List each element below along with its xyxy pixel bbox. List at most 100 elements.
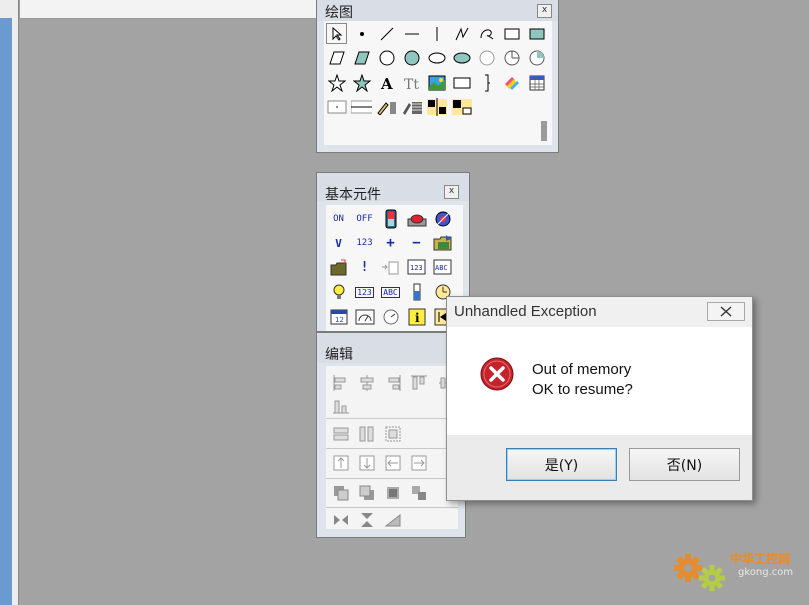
bulb-icon[interactable] — [328, 282, 349, 303]
align-row — [330, 372, 455, 393]
dot-box-tool-icon[interactable] — [326, 97, 347, 118]
arc-tool-icon[interactable] — [476, 48, 497, 69]
edit-palette-body — [326, 366, 458, 529]
level-bar-icon[interactable] — [406, 282, 427, 303]
point-tool-icon[interactable] — [351, 23, 372, 44]
bracket-tool-icon[interactable] — [476, 72, 497, 93]
text-input-icon[interactable]: ABC — [432, 257, 453, 278]
vertical-line-tool-icon[interactable] — [426, 23, 447, 44]
on-button-icon[interactable]: ON — [328, 208, 349, 229]
pointer-tool-icon[interactable] — [326, 23, 347, 44]
same-width-icon[interactable] — [330, 423, 351, 444]
rotate-icon[interactable] — [382, 509, 403, 530]
move-up-icon[interactable] — [330, 452, 351, 473]
separator — [326, 448, 458, 449]
dialog-close-button[interactable] — [707, 302, 745, 321]
draw-palette-close-button[interactable]: x — [537, 4, 552, 18]
svg-text:i: i — [415, 311, 420, 325]
yes-button[interactable]: 是(Y) — [506, 448, 617, 481]
send-back-icon[interactable] — [356, 482, 377, 503]
document-link-icon[interactable] — [380, 257, 401, 278]
toggle-switch-icon[interactable] — [380, 208, 401, 229]
variable-display-icon[interactable]: V — [328, 233, 349, 254]
same-height-icon[interactable] — [356, 423, 377, 444]
star-tool-icon[interactable] — [326, 72, 347, 93]
corner-block-tool-icon[interactable] — [451, 97, 472, 118]
basic-palette-title: 基本元件 — [325, 187, 381, 203]
ellipse-tool-icon[interactable] — [426, 48, 447, 69]
draw-palette-title: 绘图 — [325, 5, 353, 21]
basic-palette-close-button[interactable]: x — [444, 185, 459, 199]
numeric-input-icon[interactable]: 123 — [406, 257, 427, 278]
pen-tool-icon[interactable] — [376, 97, 397, 118]
draw-palette-titlebar[interactable]: 绘图 x — [317, 0, 558, 21]
open-window-icon[interactable] — [432, 233, 453, 254]
same-size-icon[interactable] — [382, 423, 403, 444]
frame-tool-icon[interactable] — [451, 72, 472, 93]
left-scroll-bar[interactable] — [0, 18, 12, 605]
image-tool-icon[interactable] — [426, 72, 447, 93]
color-gallery-tool-icon[interactable] — [501, 72, 522, 93]
move-right-icon[interactable] — [408, 452, 429, 473]
rectangle-tool-icon[interactable] — [501, 23, 522, 44]
info-icon[interactable]: i — [406, 306, 427, 327]
polyline-tool-icon[interactable] — [451, 23, 472, 44]
align-bottom-icon[interactable] — [330, 395, 351, 416]
flip-vertical-icon[interactable] — [356, 509, 377, 530]
circle-tool-icon[interactable] — [376, 48, 397, 69]
align-left-icon[interactable] — [330, 372, 351, 393]
filled-rectangle-tool-icon[interactable] — [526, 23, 547, 44]
off-button-icon[interactable]: OFF — [354, 208, 375, 229]
text-box-icon[interactable]: ABC — [380, 282, 401, 303]
table-tool-icon[interactable] — [526, 72, 547, 93]
curve-tool-icon[interactable] — [476, 23, 497, 44]
v-label: V — [335, 236, 342, 250]
numeric-box-icon[interactable]: 123 — [354, 282, 375, 303]
text-tool-icon[interactable]: A — [376, 72, 397, 93]
gear-icon — [674, 554, 725, 591]
decrement-icon[interactable]: − — [406, 233, 427, 254]
styled-text-tool-icon[interactable]: Tt — [401, 72, 422, 93]
filled-ellipse-tool-icon[interactable] — [451, 48, 472, 69]
lamp-icon[interactable] — [432, 208, 453, 229]
increment-icon[interactable]: + — [380, 233, 401, 254]
move-left-icon[interactable] — [382, 452, 403, 473]
off-label: OFF — [356, 213, 373, 224]
separator — [326, 507, 458, 508]
edit-palette-titlebar[interactable]: 编辑 x — [317, 333, 467, 363]
line-tool-icon[interactable] — [376, 23, 397, 44]
pie-tool-icon[interactable] — [501, 48, 522, 69]
align-center-icon[interactable] — [356, 372, 377, 393]
text-box-label: ABC — [381, 286, 400, 298]
ruler-tool-icon[interactable] — [351, 97, 372, 118]
filled-circle-tool-icon[interactable] — [401, 48, 422, 69]
parallelogram-tool-icon[interactable] — [326, 48, 347, 69]
draw-palette-scrollbar[interactable] — [541, 121, 547, 141]
chord-tool-icon[interactable] — [526, 48, 547, 69]
horizontal-line-tool-icon[interactable] — [401, 23, 422, 44]
svg-text:12: 12 — [335, 316, 344, 324]
calendar-icon[interactable]: 12 — [328, 306, 349, 327]
flip-horizontal-icon[interactable] — [330, 509, 351, 530]
move-down-icon[interactable] — [356, 452, 377, 473]
align-black-tool-icon[interactable] — [426, 97, 447, 118]
ungroup-icon[interactable] — [408, 482, 429, 503]
bring-front-icon[interactable] — [330, 482, 351, 503]
number-label: 123 — [356, 238, 373, 248]
numeric-display-icon[interactable]: 123 — [354, 233, 375, 254]
filled-star-tool-icon[interactable] — [351, 72, 372, 93]
meter-icon[interactable] — [354, 306, 375, 327]
plus-label: + — [386, 235, 395, 251]
align-right-icon[interactable] — [382, 372, 403, 393]
push-button-icon[interactable] — [406, 208, 427, 229]
dialog-titlebar[interactable]: Unhandled Exception — [447, 297, 752, 327]
fill-pattern-tool-icon[interactable] — [401, 97, 422, 118]
align-top-icon[interactable] — [408, 372, 429, 393]
basic-palette-titlebar[interactable]: 基本元件 x — [317, 173, 469, 203]
no-button[interactable]: 否(N) — [629, 448, 740, 481]
gauge-icon[interactable] — [380, 306, 401, 327]
folder-alarm-icon[interactable] — [328, 257, 349, 278]
filled-parallelogram-tool-icon[interactable] — [351, 48, 372, 69]
group-icon[interactable] — [382, 482, 403, 503]
alarm-icon[interactable]: ! — [354, 257, 375, 278]
